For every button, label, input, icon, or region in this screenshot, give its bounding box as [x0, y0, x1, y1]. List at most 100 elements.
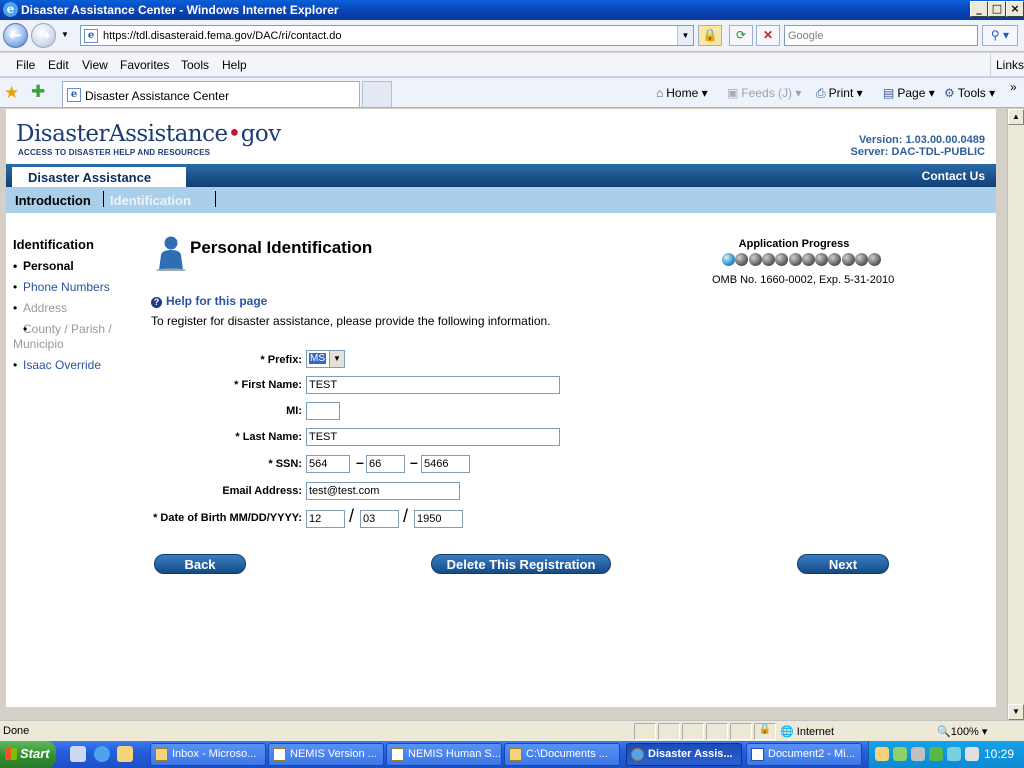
search-input[interactable]: Google [784, 25, 978, 46]
taskbar-item-inbox[interactable]: Inbox - Microso... [150, 743, 266, 766]
contact-us-link[interactable]: Contact Us [922, 169, 985, 183]
quicklaunch-desktop-icon[interactable] [70, 746, 86, 762]
gear-icon: ⚙ [944, 86, 955, 100]
tab-disaster-assistance[interactable]: e Disaster Assistance Center [62, 81, 360, 107]
taskbar-item-documents[interactable]: C:\Documents ... [504, 743, 620, 766]
email-label: Email Address: [222, 485, 302, 497]
favorites-star-icon[interactable]: ★ [4, 83, 19, 103]
lock-icon[interactable]: 🔒 [698, 25, 722, 46]
quicklaunch-ie-icon[interactable] [94, 746, 110, 762]
forward-arrow-icon[interactable]: → [31, 23, 56, 48]
start-button[interactable]: Start [0, 741, 56, 768]
tray-icon[interactable] [893, 747, 907, 761]
progress-dot [761, 253, 775, 266]
page-icon: e [84, 29, 98, 43]
tools-menu-button[interactable]: ⚙ Tools ▾ [944, 86, 995, 100]
progress-dot [775, 253, 789, 266]
history-dropdown-icon[interactable]: ▼ [61, 30, 69, 39]
security-zone[interactable]: 🌐 Internet [780, 725, 834, 738]
page-menu-button[interactable]: ▤ Page ▾ [883, 86, 935, 100]
progress-dot [815, 253, 829, 266]
chevron-down-icon[interactable]: ▼ [329, 351, 344, 367]
address-toolbar: ← → ▼ e https://tdl.disasteraid.fema.gov… [0, 20, 1024, 52]
progress-dot [788, 253, 802, 266]
menu-help[interactable]: Help [222, 58, 247, 72]
ssn-part2-input[interactable]: 66 [366, 455, 405, 473]
sidebar-item-personal[interactable]: Personal [13, 259, 143, 274]
last-name-input[interactable]: TEST [306, 428, 560, 446]
zoom-level[interactable]: 🔍100% ▾ [937, 725, 987, 738]
system-tray: 10:29 [868, 741, 1024, 768]
menu-file[interactable]: File [16, 58, 35, 72]
tab-bar: ★ ✚ e Disaster Assistance Center ⌂ Home ▾… [0, 78, 1024, 108]
taskbar-item-nemis-human[interactable]: NEMIS Human S... [386, 743, 502, 766]
site-logo[interactable]: DisasterAssistance•gov ACCESS TO DISASTE… [12, 119, 281, 163]
print-button[interactable]: ⎙ Print ▾ [816, 86, 863, 101]
status-cell [730, 723, 752, 740]
maximize-button[interactable]: □ [988, 1, 1006, 17]
tray-icon[interactable] [911, 747, 925, 761]
new-tab-button[interactable] [362, 81, 392, 107]
progress-dot [735, 253, 749, 266]
prefix-select[interactable]: MS ▼ [306, 350, 345, 368]
ssn-part1-input[interactable]: 564 [306, 455, 350, 473]
address-dropdown-icon[interactable]: ▼ [677, 26, 693, 45]
menu-view[interactable]: View [82, 58, 108, 72]
folder-icon [509, 748, 522, 761]
taskbar-item-disaster-assistance[interactable]: Disaster Assis... [626, 743, 742, 766]
nav-separator [215, 191, 216, 207]
application-progress: Application Progress [696, 238, 896, 266]
tray-icon[interactable] [875, 747, 889, 761]
email-input[interactable]: test@test.com [306, 482, 460, 500]
dob-day-input[interactable]: 03 [360, 510, 399, 528]
delete-registration-button[interactable]: Delete This Registration [431, 554, 611, 574]
tray-icon[interactable] [929, 747, 943, 761]
chevron-more-icon[interactable]: » [1010, 80, 1017, 94]
tray-icon[interactable] [965, 747, 979, 761]
first-name-input[interactable]: TEST [306, 376, 560, 394]
stop-icon[interactable]: ✕ [756, 25, 780, 46]
dob-month-input[interactable]: 12 [306, 510, 345, 528]
refresh-icon[interactable]: ⟳ [729, 25, 753, 46]
progress-dot [748, 253, 762, 266]
sidebar-item-isaac-override[interactable]: Isaac Override [13, 358, 143, 373]
outlook-icon [155, 748, 168, 761]
tray-icon[interactable] [947, 747, 961, 761]
taskbar-item-document2[interactable]: Document2 - Mi... [746, 743, 862, 766]
minimize-button[interactable]: _ [970, 1, 988, 17]
scroll-up-icon[interactable]: ▲ [1008, 109, 1024, 125]
server-text: Server: DAC-TDL-PUBLIC [850, 146, 985, 158]
vertical-scrollbar[interactable]: ▲ ▼ [1007, 109, 1024, 720]
window-title-bar[interactable]: e Disaster Assistance Center - Windows I… [0, 0, 1024, 20]
nav-introduction[interactable]: Introduction [15, 193, 91, 208]
ssn-part3-input[interactable]: 5466 [421, 455, 470, 473]
help-link[interactable]: ? Help for this page [151, 294, 267, 308]
feeds-button[interactable]: ▣ Feeds (J) ▾ [727, 86, 801, 100]
add-favorite-icon[interactable]: ✚ [31, 82, 45, 102]
lock-status-icon: 🔒 [754, 723, 776, 740]
links-toolbar[interactable]: Links [990, 53, 1024, 77]
mi-input[interactable] [306, 402, 340, 420]
home-button[interactable]: ⌂ Home ▾ [656, 86, 708, 100]
tab-title: Disaster Assistance Center [85, 89, 230, 103]
menu-favorites[interactable]: Favorites [120, 58, 169, 72]
dob-label: * Date of Birth MM/DD/YYYY: [153, 512, 302, 524]
ssn-label: * SSN: [268, 458, 302, 470]
step-nav-bar: Introduction Identification [6, 187, 996, 213]
menu-edit[interactable]: Edit [48, 58, 69, 72]
close-button[interactable]: × [1006, 1, 1024, 17]
quicklaunch-outlook-icon[interactable] [117, 746, 133, 762]
clock[interactable]: 10:29 [984, 747, 1014, 761]
dob-year-input[interactable]: 1950 [414, 510, 463, 528]
next-button[interactable]: Next [797, 554, 889, 574]
scroll-down-icon[interactable]: ▼ [1008, 704, 1024, 720]
taskbar-item-nemis-version[interactable]: NEMIS Version ... [268, 743, 384, 766]
menu-tools[interactable]: Tools [181, 58, 209, 72]
address-bar[interactable]: e https://tdl.disasteraid.fema.gov/DAC/r… [80, 25, 694, 46]
search-icon[interactable]: ⚲ ▾ [982, 25, 1018, 46]
nav-identification[interactable]: Identification [110, 193, 191, 208]
back-button[interactable]: Back [154, 554, 246, 574]
back-arrow-icon[interactable]: ← [3, 23, 28, 48]
sidebar-item-phone-numbers[interactable]: Phone Numbers [13, 280, 143, 295]
address-url[interactable]: https://tdl.disasteraid.fema.gov/DAC/ri/… [103, 30, 341, 42]
